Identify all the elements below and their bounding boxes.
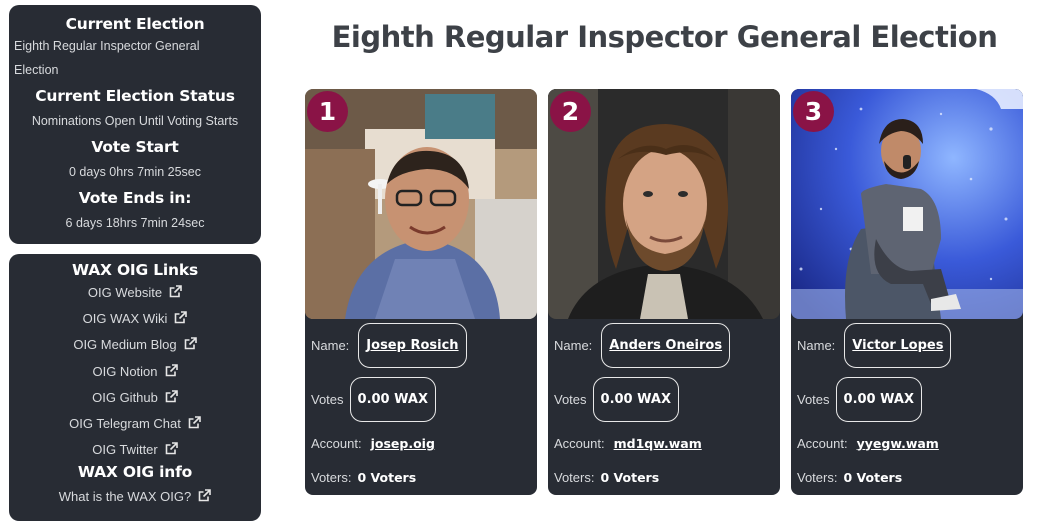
external-link-icon — [169, 285, 182, 298]
candidate-name-row: Name: Anders Oneiros — [554, 323, 731, 368]
link-oig-notion[interactable]: OIG Notion — [9, 359, 261, 385]
account-label: Account: — [554, 435, 605, 451]
current-election-name-line1: Eighth Regular Inspector General — [14, 39, 200, 53]
candidate-rank-badge: 3 — [793, 91, 834, 132]
candidate-voters-row: Voters: 0 Voters — [797, 466, 902, 488]
candidate-photo: 3 — [791, 89, 1023, 319]
votes-label: Votes — [311, 392, 344, 407]
voters-label: Voters: — [554, 469, 595, 485]
candidate-voters-row: Voters: 0 Voters — [554, 466, 659, 488]
candidate-votes-button[interactable]: 0.00 WAX — [349, 377, 436, 422]
candidate-photo: 1 — [305, 89, 537, 319]
voters-label: Voters: — [797, 469, 838, 485]
vote-start-heading: Vote Start — [91, 138, 179, 156]
current-election-name-line2: Election — [14, 63, 59, 77]
candidate-name: Victor Lopes — [852, 338, 944, 353]
link-oig-medium-blog[interactable]: OIG Medium Blog — [9, 332, 261, 358]
account-label: Account: — [311, 435, 362, 451]
name-label: Name: — [797, 338, 836, 353]
external-link-icon — [174, 311, 188, 324]
info-heading: WAX OIG info — [77, 463, 193, 482]
candidate-rank-badge: 2 — [550, 91, 591, 132]
candidate-account-link[interactable]: yyegw.wam — [857, 436, 939, 451]
candidate-votes-row: Votes 0.00 WAX — [311, 377, 436, 422]
candidate-name-link[interactable]: Anders Oneiros — [601, 323, 731, 368]
status-heading: Current Election Status — [35, 87, 235, 105]
link-label: OIG WAX Wiki — [82, 311, 168, 327]
account-label: Account: — [797, 435, 848, 451]
candidate-name-row: Name: Josep Rosich — [311, 323, 467, 368]
candidate-voters-count: 0 Voters — [357, 469, 417, 485]
candidate-account-row: Account: md1qw.wam — [554, 432, 702, 454]
candidate-photo: 2 — [548, 89, 780, 319]
link-label: OIG Medium Blog — [73, 337, 177, 353]
candidate-account-link[interactable]: md1qw.wam — [614, 436, 702, 451]
current-election-heading: Current Election — [65, 15, 205, 33]
candidate-account-row: Account: josep.oig — [311, 432, 435, 454]
candidate-name-link[interactable]: Victor Lopes — [844, 323, 952, 368]
candidate-name-row: Name: Victor Lopes — [797, 323, 952, 368]
link-label: OIG Website — [87, 285, 163, 300]
vote-ends-heading: Vote Ends in: — [78, 189, 192, 207]
candidate-votes-button[interactable]: 0.00 WAX — [592, 377, 679, 422]
link-oig-website[interactable]: OIG Website — [9, 280, 261, 306]
link-oig-github[interactable]: OIG Github — [9, 385, 261, 411]
external-link-icon — [165, 390, 178, 403]
candidate-card: 2 Name: Anders Oneiros Votes 0.00 WAX Ac… — [548, 89, 780, 495]
votes-label: Votes — [554, 392, 587, 407]
candidate-name: Josep Rosich — [366, 338, 459, 353]
link-oig-twitter[interactable]: OIG Twitter — [9, 437, 261, 463]
links-heading: WAX OIG Links — [72, 261, 198, 279]
links-list: OIG Website OIG WAX Wiki OIG Medium Blog OI… — [9, 280, 261, 463]
oig-links-panel: WAX OIG Links OIG Website OIG WAX Wiki OIG… — [9, 254, 261, 521]
external-link-icon — [184, 337, 197, 350]
candidate-votes-button[interactable]: 0.00 WAX — [835, 377, 922, 422]
votes-label: Votes — [797, 392, 830, 407]
link-oig-telegram-chat[interactable]: OIG Telegram Chat — [9, 411, 261, 437]
external-link-icon — [188, 416, 201, 429]
link-oig-wax-wiki[interactable]: OIG WAX Wiki — [9, 306, 261, 332]
candidate-votes-row: Votes 0.00 WAX — [797, 377, 922, 422]
candidate-name: Anders Oneiros — [609, 338, 723, 353]
candidate-account-row: Account: yyegw.wam — [797, 432, 939, 454]
link-label: OIG Github — [92, 389, 158, 405]
link-label: OIG Telegram Chat — [69, 416, 181, 432]
external-link-icon — [165, 363, 178, 377]
voters-label: Voters: — [311, 469, 352, 485]
candidate-votes-row: Votes 0.00 WAX — [554, 377, 679, 422]
vote-start-countdown: 0 days 0hrs 7min 25sec — [68, 165, 201, 179]
link-label: OIG Notion — [92, 363, 158, 379]
election-status-panel: Current Election Eighth Regular Inspecto… — [9, 5, 261, 244]
name-label: Name: — [311, 338, 350, 353]
external-link-icon — [165, 442, 178, 455]
link-label: OIG Twitter — [92, 442, 158, 458]
what-is-oig-label: What is the WAX OIG? — [58, 489, 192, 505]
what-is-oig-link[interactable]: What is the WAX OIG? — [9, 484, 261, 510]
status-value: Nominations Open Until Voting Starts — [31, 114, 239, 128]
candidate-rank-badge: 1 — [307, 91, 348, 132]
candidate-card: 1 Name: Josep Rosich Votes 0.00 WAX Acco… — [305, 89, 537, 495]
candidate-voters-row: Voters: 0 Voters — [311, 466, 416, 488]
candidate-card: 3 Name: Victor Lopes Votes 0.00 WAX Acco… — [791, 89, 1023, 495]
candidate-voters-count: 0 Voters — [600, 469, 660, 485]
candidate-account-link[interactable]: josep.oig — [371, 436, 435, 451]
candidate-voters-count: 0 Voters — [843, 469, 903, 485]
name-label: Name: — [554, 338, 593, 353]
page-title: Eighth Regular Inspector General Electio… — [331, 20, 998, 54]
external-link-icon — [198, 489, 212, 502]
vote-ends-countdown: 6 days 18hrs 7min 24sec — [65, 216, 205, 230]
candidate-name-link[interactable]: Josep Rosich — [358, 323, 467, 368]
